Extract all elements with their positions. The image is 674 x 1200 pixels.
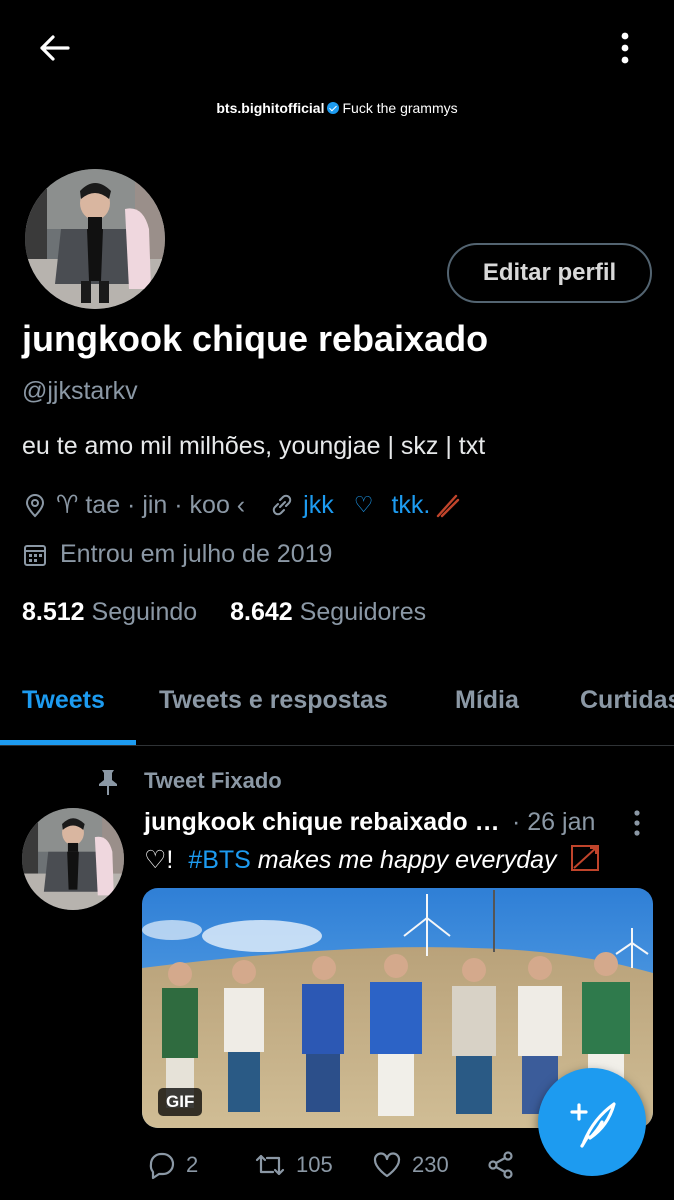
banner-username: bts.bighitofficial (216, 100, 325, 116)
profile-location: ♈ tae · jin · koo ‹ (56, 491, 246, 519)
profile-tabs: Tweets Tweets e respostas Mídia Curtidas (0, 680, 674, 746)
tweet-text-body: makes me happy everyday (257, 846, 557, 874)
location-pin-icon (25, 494, 45, 518)
tab-tweets[interactable]: Tweets (22, 686, 105, 715)
profile-link[interactable]: jkk (303, 491, 334, 520)
pin-icon (99, 770, 117, 795)
retweet-icon (255, 1154, 285, 1176)
profile-meta-row: ♈ tae · jin · koo ‹ jkk ♡ tkk. (22, 490, 460, 520)
followers-stat[interactable]: 8.642 Seguidores (230, 598, 426, 626)
banner-motto: Fuck the grammys (342, 100, 458, 116)
gif-badge: GIF (158, 1088, 203, 1116)
edit-profile-button[interactable]: Editar perfil (447, 243, 652, 303)
share-action[interactable] (486, 1150, 516, 1180)
tab-tweets-and-replies[interactable]: Tweets e respostas (159, 686, 388, 715)
retweet-count: 105 (296, 1152, 333, 1177)
back-arrow-icon[interactable] (36, 30, 72, 66)
tweet-author-name[interactable]: jungkook chique rebaixado … (144, 808, 500, 837)
tweet-hashtag[interactable]: #BTS (188, 846, 251, 874)
like-action[interactable]: 230 (372, 1150, 449, 1180)
tweet-text: ♡! #BTS makes me happy everyday (144, 844, 600, 875)
calendar-icon (24, 544, 46, 566)
reply-icon (149, 1152, 175, 1180)
following-stat[interactable]: 8.512 Seguindo (22, 598, 197, 626)
heart-icon (373, 1152, 401, 1178)
retweet-action[interactable]: 105 (254, 1150, 333, 1180)
profile-bio: eu te amo mil milhões, youngjae | skz | … (22, 432, 486, 460)
profile-handle: @jjkstarkv (22, 377, 138, 405)
tab-media[interactable]: Mídia (455, 686, 519, 715)
tweet-more-icon[interactable] (628, 808, 646, 838)
tweet-text-prefix: ♡! (144, 846, 174, 874)
like-count: 230 (412, 1152, 449, 1177)
pinned-tweet-label: Tweet Fixado (144, 768, 282, 793)
bow-arrow-icon (570, 845, 599, 871)
share-icon (488, 1151, 513, 1179)
link-icon (272, 494, 292, 516)
reply-count: 2 (186, 1152, 199, 1177)
tab-likes[interactable]: Curtidas (580, 686, 674, 715)
reply-action[interactable]: 2 (146, 1150, 198, 1180)
follow-stats: 8.512 Seguindo 8.642 Seguidores (22, 598, 426, 627)
compose-feather-icon (570, 1102, 616, 1148)
heart-glyph: ♡ (353, 492, 374, 517)
following-label: Seguindo (91, 598, 198, 626)
profile-avatar[interactable] (22, 166, 168, 312)
compose-tweet-button[interactable] (538, 1068, 646, 1176)
profile-joined-row: Entrou em julho de 2019 (22, 540, 332, 569)
profile-joined-date: Entrou em julho de 2019 (60, 540, 333, 568)
chopsticks-icon (437, 494, 460, 518)
profile-name: jungkook chique rebaixado (22, 318, 489, 359)
tweet-date: · 26 jan (512, 808, 596, 836)
followers-label: Seguidores (299, 598, 427, 626)
following-count: 8.512 (22, 598, 85, 626)
more-options-icon[interactable] (612, 30, 638, 66)
followers-count: 8.642 (230, 598, 293, 626)
tweet-author-avatar[interactable] (22, 808, 124, 910)
active-tab-indicator (0, 740, 136, 745)
verified-badge-icon (327, 102, 340, 114)
profile-banner-caption: bts.bighitofficial Fuck the grammys (0, 100, 674, 116)
profile-extra-text: tkk. (391, 490, 431, 519)
